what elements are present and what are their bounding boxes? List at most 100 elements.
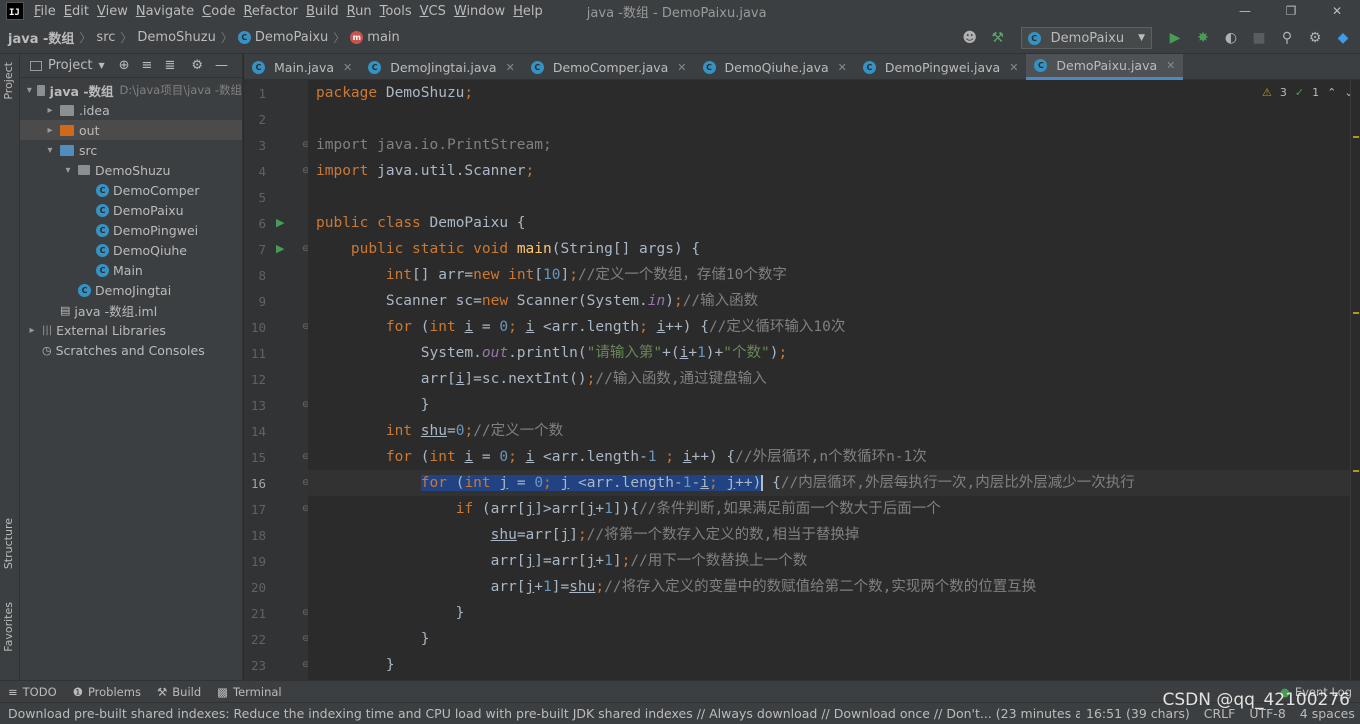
run-icon[interactable]: ▶ [1164, 27, 1186, 49]
user-icon[interactable]: ☻ [959, 27, 981, 49]
menu-view[interactable]: View [93, 4, 132, 19]
breadcrumb-class[interactable]: C DemoPaixu [237, 30, 328, 45]
tree-item[interactable]: C DemoPingwei [20, 220, 242, 240]
locate-target-icon[interactable]: ⊕ [119, 58, 130, 73]
warning-icon: ⚠ [1262, 86, 1272, 99]
tree-item[interactable]: ◷ Scratches and Consoles [20, 340, 242, 360]
panel-settings-gear-icon[interactable]: ⚙ [191, 58, 203, 73]
close-icon[interactable]: ✕ [1314, 0, 1360, 22]
inspection-widget[interactable]: ⚠ 3 ✓ 1 ⌃ ⌄ [1262, 86, 1354, 99]
side-tab-favorites[interactable]: Favorites [2, 602, 15, 652]
coverage-icon[interactable]: ◐ [1220, 27, 1242, 49]
tree-item[interactable]: C Main [20, 260, 242, 280]
chevron-icon[interactable]: ▾ [44, 145, 56, 156]
chevron-icon[interactable]: ▸ [44, 125, 56, 136]
terminal-tool-button[interactable]: ▩ Terminal [209, 685, 289, 699]
editor-tab[interactable]: C DemoQiuhe.java ✕ [695, 54, 855, 80]
close-tab-icon[interactable]: ✕ [677, 61, 686, 74]
problems-tool-button[interactable]: ❶ Problems [65, 685, 149, 699]
breadcrumb-src[interactable]: src [96, 30, 115, 45]
close-tab-icon[interactable]: ✕ [1009, 61, 1018, 74]
hide-panel-icon[interactable]: — [215, 58, 228, 73]
run-gutter-icon[interactable]: ▶ [276, 242, 284, 255]
search-icon[interactable]: ⚲ [1276, 27, 1298, 49]
menu-refactor[interactable]: Refactor [239, 4, 302, 19]
menu-run[interactable]: Run [343, 4, 376, 19]
editor-tab[interactable]: C DemoPingwei.java ✕ [855, 54, 1027, 80]
chevron-icon[interactable]: ▾ [26, 85, 33, 96]
restore-icon[interactable]: ❐ [1268, 0, 1314, 22]
minimize-icon[interactable]: — [1222, 0, 1268, 22]
tree-item[interactable]: C DemoPaixu [20, 200, 242, 220]
chevron-down-icon[interactable]: ▼ [98, 61, 104, 70]
editor-tab[interactable]: C DemoPaixu.java ✕ [1026, 54, 1184, 80]
folder-icon [36, 84, 45, 96]
chevron-icon[interactable]: ▸ [26, 325, 38, 336]
editor-tab[interactable]: C Main.java ✕ [244, 54, 360, 80]
close-tab-icon[interactable]: ✕ [1166, 59, 1175, 72]
class-icon: C [96, 223, 109, 237]
error-stripe[interactable] [1350, 80, 1360, 680]
chevron-icon[interactable]: ▸ [44, 105, 56, 116]
todo-tool-button[interactable]: ≡ TODO [0, 685, 65, 699]
breadcrumb-project[interactable]: java -数组 [8, 28, 74, 47]
run-gutter-icon[interactable]: ▶ [276, 216, 284, 229]
side-tab-project[interactable]: Project [2, 62, 15, 100]
menu-window[interactable]: Window [450, 4, 509, 19]
tree-item-label: DemoPingwei [113, 222, 199, 238]
code-line: public class DemoPaixu { [316, 215, 526, 231]
tree-item[interactable]: C DemoJingtai [20, 280, 242, 300]
toolbox-icon[interactable]: ◆ [1332, 27, 1354, 49]
menu-navigate[interactable]: Navigate [132, 4, 198, 19]
menu-build[interactable]: Build [302, 4, 343, 19]
collapse-all-icon[interactable]: ≣ [164, 58, 175, 73]
close-tab-icon[interactable]: ✕ [506, 61, 515, 74]
breadcrumb-package[interactable]: DemoShuzu [137, 30, 215, 45]
expand-all-icon[interactable]: ≡ [142, 58, 153, 73]
debug-icon[interactable]: ✸ [1192, 27, 1214, 49]
close-tab-icon[interactable]: ✕ [838, 61, 847, 74]
menu-code[interactable]: Code [198, 4, 239, 19]
tree-item-label: DemoQiuhe [113, 242, 187, 258]
side-tab-structure[interactable]: Structure [2, 518, 15, 569]
warning-marker[interactable] [1353, 136, 1359, 138]
menu-file[interactable]: File [30, 4, 60, 19]
tree-item[interactable]: ▸ ||| External Libraries [20, 320, 242, 340]
tree-item[interactable]: ▾ src [20, 140, 242, 160]
tree-item[interactable]: C DemoComper [20, 180, 242, 200]
chevron-icon[interactable]: ▾ [62, 165, 74, 176]
menu-help[interactable]: Help [509, 4, 547, 19]
warning-marker[interactable] [1353, 312, 1359, 314]
settings-gear-icon[interactable]: ⚙ [1304, 27, 1326, 49]
close-tab-icon[interactable]: ✕ [343, 61, 352, 74]
run-configuration-select[interactable]: C DemoPaixu ▼ [1020, 27, 1152, 49]
tree-item[interactable]: C DemoQiuhe [20, 240, 242, 260]
tree-item-label: External Libraries [56, 322, 166, 338]
build-tool-button[interactable]: ⚒ Build [149, 685, 209, 699]
package-icon [78, 165, 90, 175]
class-icon: C [252, 60, 265, 74]
editor-tab[interactable]: C DemoJingtai.java ✕ [360, 54, 523, 80]
stop-icon[interactable]: ■ [1248, 27, 1270, 49]
project-view-select[interactable]: Project [48, 58, 92, 73]
chevron-up-icon[interactable]: ⌃ [1327, 86, 1336, 99]
line-number: 9 [258, 294, 266, 309]
menu-vcs[interactable]: VCS [416, 4, 450, 19]
tree-item[interactable]: ▤ java -数组.iml [20, 300, 242, 320]
build-hammer-icon[interactable]: ⚒ [987, 27, 1009, 49]
navigation-bar: java -数组 〉 src 〉 DemoShuzu 〉 C DemoPaixu … [0, 22, 1360, 54]
warning-marker[interactable] [1353, 470, 1359, 472]
tree-item[interactable]: ▸ out [20, 120, 242, 140]
line-number: 12 [250, 372, 266, 387]
breadcrumb-separator-icon: 〉 [120, 31, 133, 45]
tree-item[interactable]: ▾ java -数组 D:\java项目\java -数组 [20, 80, 242, 100]
tree-item[interactable]: ▾ DemoShuzu [20, 160, 242, 180]
menu-edit[interactable]: Edit [60, 4, 93, 19]
class-icon: C [96, 263, 109, 277]
breadcrumb-method[interactable]: m main [350, 30, 400, 45]
code-editor[interactable]: package DemoShuzu; import java.io.PrintSt… [308, 80, 1356, 680]
tree-item[interactable]: ▸ .idea [20, 100, 242, 120]
editor-tab[interactable]: C DemoComper.java ✕ [523, 54, 695, 80]
status-message[interactable]: Download pre-built shared indexes: Reduc… [0, 706, 1080, 721]
menu-tools[interactable]: Tools [376, 4, 416, 19]
